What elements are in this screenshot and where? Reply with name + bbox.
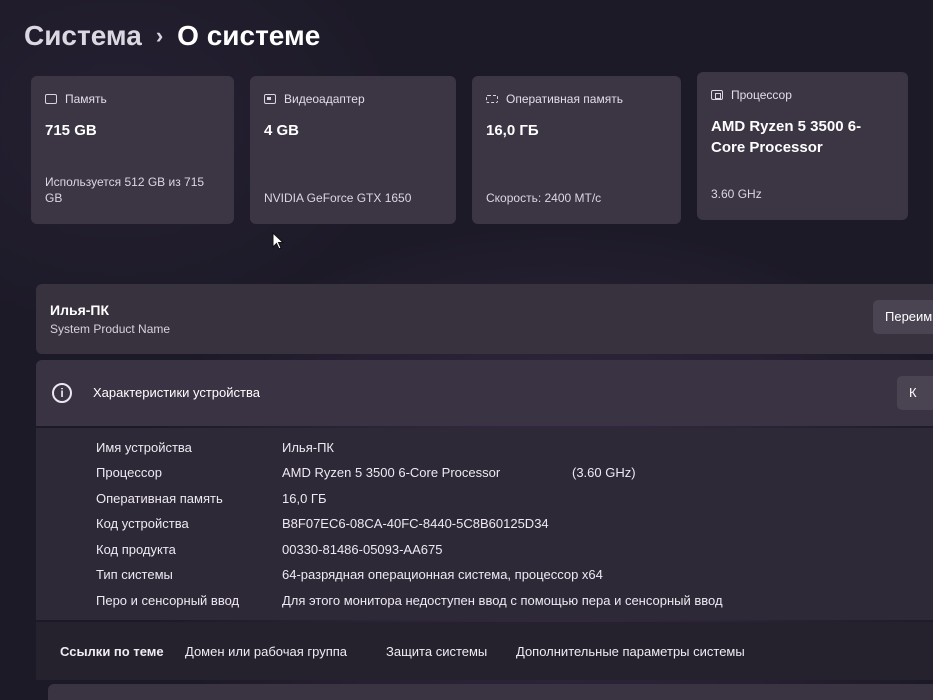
storage-card-header: Память xyxy=(45,92,220,106)
spec-label: Перо и сенсорный ввод xyxy=(96,593,240,608)
rename-button[interactable]: Переим xyxy=(873,300,933,334)
device-name: Илья-ПК xyxy=(50,302,110,318)
ram-card-header: Оперативная память xyxy=(486,92,667,106)
ram-card-value: 16,0 ГБ xyxy=(486,122,539,139)
spec-value: 64-разрядная операционная система, проце… xyxy=(282,567,603,582)
spec-value: AMD Ryzen 5 3500 6-Core Processor xyxy=(282,465,501,480)
gpu-icon xyxy=(264,94,276,104)
product-name: System Product Name xyxy=(50,322,171,336)
spec-label: Оперативная память xyxy=(96,491,223,506)
cpu-card-header: Процессор xyxy=(711,88,894,102)
cpu-card-label: Процессор xyxy=(731,88,792,102)
spec-label: Код устройства xyxy=(96,516,189,531)
gpu-card-label: Видеоадаптер xyxy=(284,92,365,106)
spec-value: 00330-81486-05093-AA675 xyxy=(282,542,443,557)
cpu-card-value: AMD Ryzen 5 3500 6-Core Processor xyxy=(711,118,862,156)
breadcrumb-system-link[interactable]: Система xyxy=(24,20,142,52)
storage-card-value: 715 GB xyxy=(45,122,97,139)
gpu-card-sub: NVIDIA GeForce GTX 1650 xyxy=(264,191,412,205)
page-title: О системе xyxy=(177,20,321,51)
spec-label: Тип системы xyxy=(96,567,173,582)
ram-card-sub: Скорость: 2400 МТ/с xyxy=(486,191,602,205)
gpu-card[interactable]: Видеоадаптер 4 GB NVIDIA GeForce GTX 165… xyxy=(250,76,456,224)
spec-label: Имя устройства xyxy=(96,440,192,455)
storage-card-label: Память xyxy=(65,92,107,106)
related-links-bar: Ссылки по теме Домен или рабочая группа … xyxy=(36,622,933,680)
spec-value-frequency: (3.60 GHz) xyxy=(572,465,636,480)
device-specs-body: Имя устройства Илья-ПК Процессор AMD Ryz… xyxy=(36,428,933,620)
link-advanced-system-settings[interactable]: Дополнительные параметры системы xyxy=(516,644,745,659)
ram-icon xyxy=(486,95,498,103)
cpu-card-sub: 3.60 GHz xyxy=(711,187,762,201)
info-icon: i xyxy=(52,383,72,403)
spec-value: 16,0 ГБ xyxy=(282,491,327,506)
spec-value: Для этого монитора недоступен ввод с пом… xyxy=(282,593,723,608)
device-name-row: Илья-ПК System Product Name Переим xyxy=(36,284,933,354)
related-links-title: Ссылки по теме xyxy=(60,644,164,659)
chevron-right-icon: › xyxy=(155,23,164,48)
spec-value: B8F07EC6-08CA-40FC-8440-5C8B60125D34 xyxy=(282,516,549,531)
spec-label: Код продукта xyxy=(96,542,176,557)
device-specs-title: Характеристики устройства xyxy=(93,385,260,400)
storage-card-sub: Используется 512 GB из 715 GB xyxy=(45,175,205,205)
storage-card[interactable]: Память 715 GB Используется 512 GB из 715… xyxy=(31,76,234,224)
gpu-card-header: Видеоадаптер xyxy=(264,92,442,106)
cpu-icon xyxy=(711,90,723,100)
copy-button[interactable]: К xyxy=(897,376,933,410)
ram-card-label: Оперативная память xyxy=(506,92,623,106)
storage-icon xyxy=(45,94,57,104)
link-domain-workgroup[interactable]: Домен или рабочая группа xyxy=(185,644,347,659)
gpu-card-value: 4 GB xyxy=(264,122,300,139)
link-system-protection[interactable]: Защита системы xyxy=(386,644,487,659)
spec-value: Илья-ПК xyxy=(282,440,334,455)
breadcrumb: Система › О системе xyxy=(24,20,320,52)
next-section-edge xyxy=(48,684,933,700)
cpu-card[interactable]: Процессор AMD Ryzen 5 3500 6-Core Proces… xyxy=(697,72,908,220)
mouse-cursor-icon xyxy=(272,232,284,250)
device-specs-header[interactable]: i Характеристики устройства К xyxy=(36,360,933,426)
ram-card[interactable]: Оперативная память 16,0 ГБ Скорость: 240… xyxy=(472,76,681,224)
spec-label: Процессор xyxy=(96,465,162,480)
